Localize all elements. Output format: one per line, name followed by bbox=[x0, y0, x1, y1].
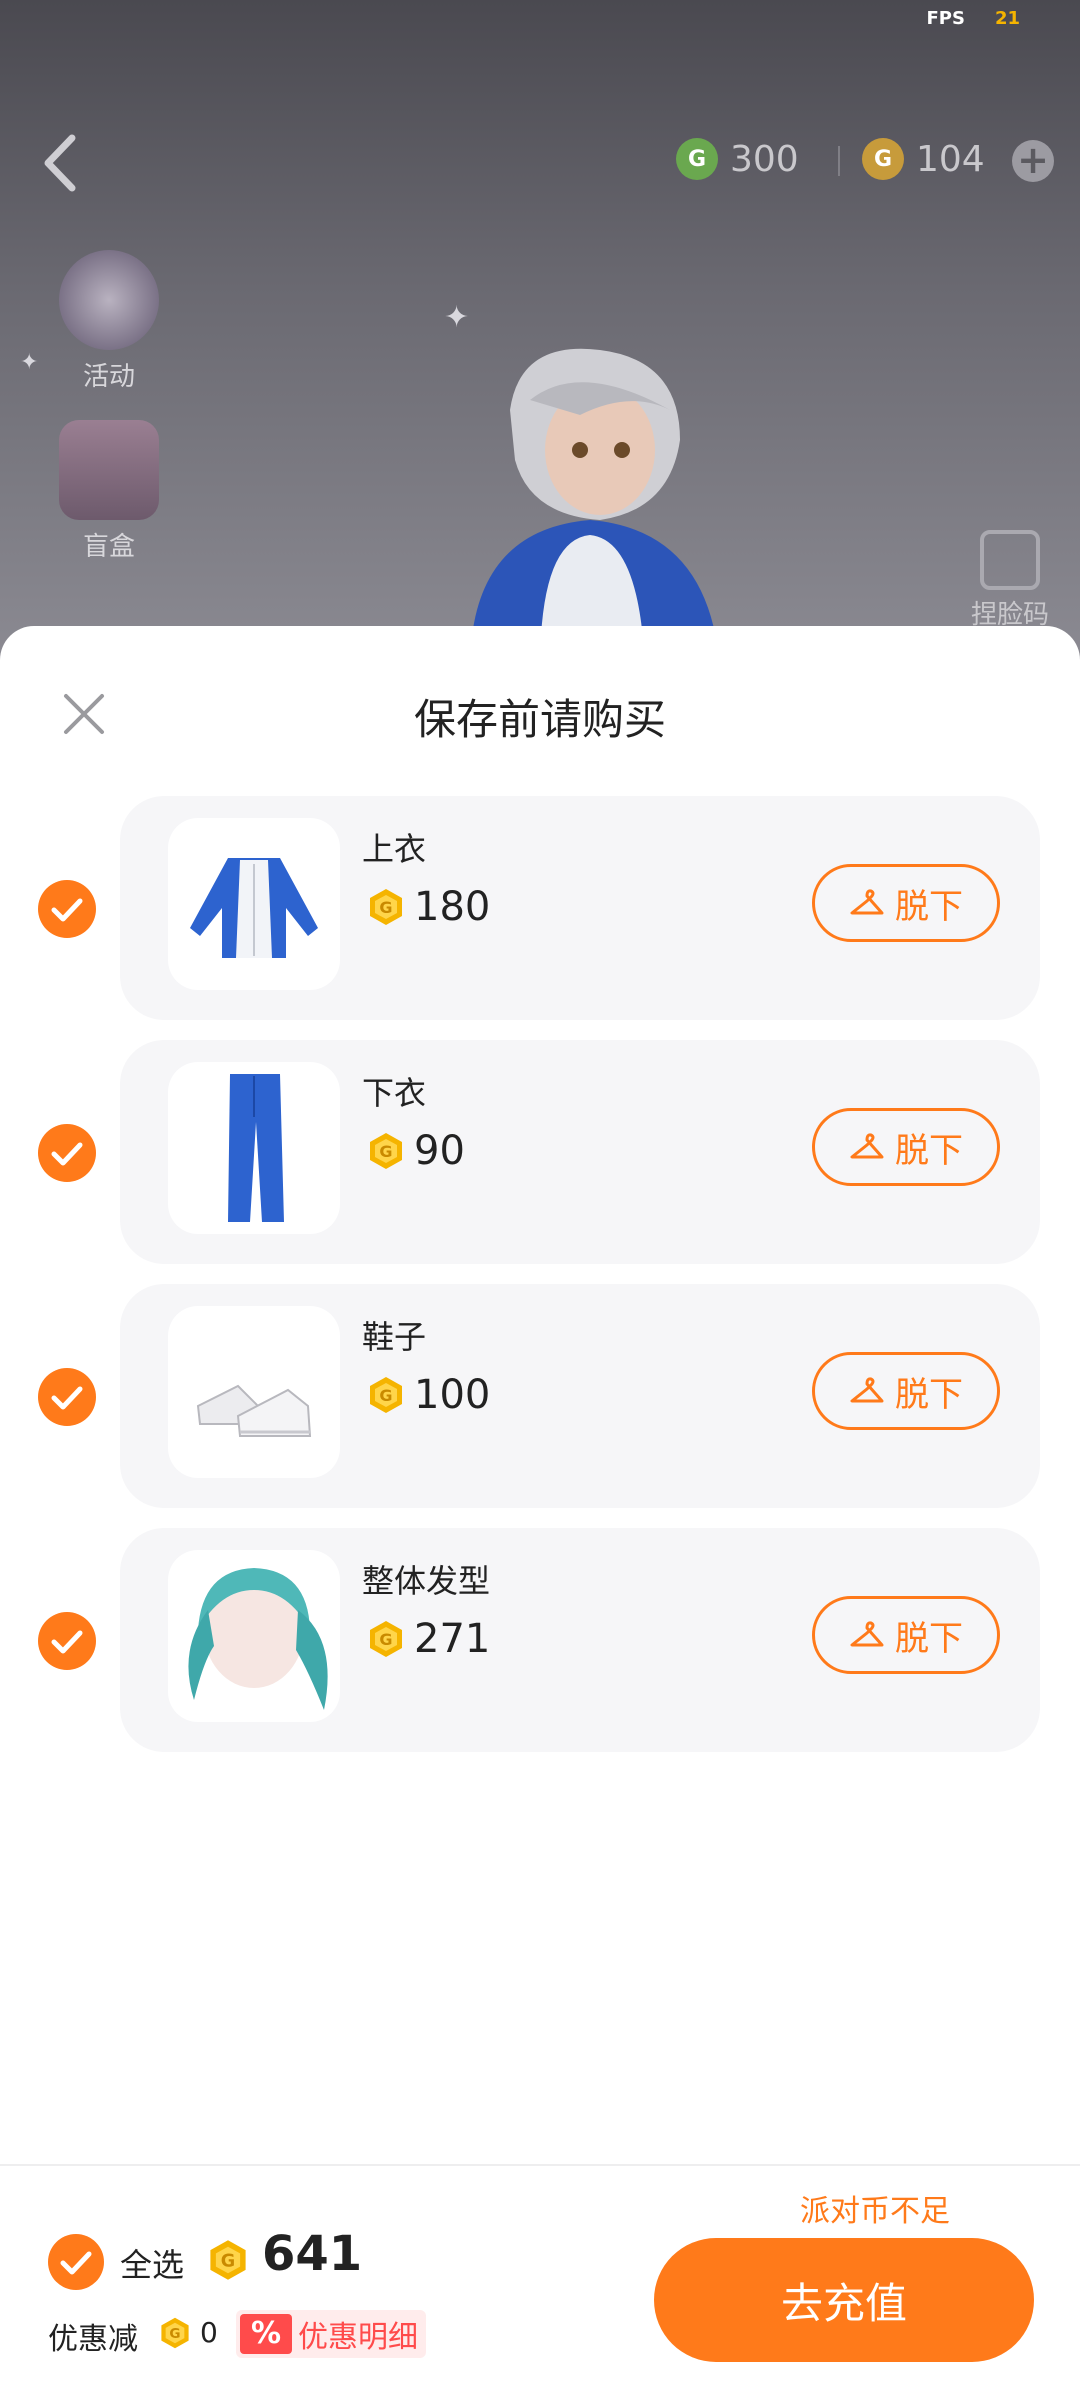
svg-text:G: G bbox=[379, 1386, 392, 1405]
discount-value: 0 bbox=[200, 2316, 218, 2349]
take-off-button[interactable]: 脱下 bbox=[812, 1352, 1000, 1430]
star-icon bbox=[59, 250, 159, 350]
check-icon bbox=[51, 1630, 83, 1654]
blind-box-label: 盲盒 bbox=[82, 532, 135, 562]
item-price: G 100 bbox=[366, 1372, 490, 1418]
item-price: G 90 bbox=[366, 1128, 465, 1174]
hanger-icon bbox=[850, 889, 884, 915]
check-icon bbox=[51, 898, 83, 922]
discount-label: 优惠减 bbox=[48, 2322, 138, 2357]
insufficient-coins-warning: 派对币不足 bbox=[800, 2194, 950, 2229]
svg-text:G: G bbox=[221, 2252, 235, 2272]
item-thumbnail bbox=[168, 1306, 340, 1478]
item-price-value: 180 bbox=[414, 884, 491, 930]
svg-text:G: G bbox=[379, 898, 392, 917]
item-card[interactable]: 鞋子 G 100 脱下 bbox=[120, 1284, 1040, 1508]
item-name: 鞋子 bbox=[362, 1318, 427, 1356]
green-currency: G 300 bbox=[676, 138, 799, 180]
purchase-item-row: 鞋子 G 100 脱下 bbox=[0, 1284, 1080, 1508]
take-off-label: 脱下 bbox=[895, 886, 963, 927]
gold-currency-value: 104 bbox=[916, 138, 985, 180]
percent-badge-icon: % bbox=[240, 2314, 292, 2354]
check-icon bbox=[60, 2251, 92, 2275]
select-all-checkbox[interactable] bbox=[48, 2234, 104, 2290]
svg-text:G: G bbox=[379, 1630, 392, 1649]
green-currency-value: 300 bbox=[730, 138, 799, 180]
take-off-label: 脱下 bbox=[895, 1130, 963, 1171]
select-all-label[interactable]: 全选 bbox=[120, 2240, 184, 2286]
green-coin-icon: G bbox=[676, 138, 718, 180]
total-price: 641 bbox=[262, 2226, 363, 2282]
item-checkbox[interactable] bbox=[38, 880, 96, 938]
blind-box-button[interactable]: 盲盒 bbox=[54, 420, 164, 563]
take-off-label: 脱下 bbox=[895, 1374, 963, 1415]
add-currency-button[interactable]: + bbox=[1012, 140, 1054, 182]
item-name: 上衣 bbox=[362, 830, 427, 868]
take-off-button[interactable]: 脱下 bbox=[812, 864, 1000, 942]
hanger-icon bbox=[850, 1133, 884, 1159]
check-icon bbox=[51, 1142, 83, 1166]
activity-label: 活动 bbox=[82, 362, 135, 392]
pants-icon bbox=[228, 1074, 284, 1222]
item-name: 下衣 bbox=[362, 1074, 427, 1112]
chevron-left-icon bbox=[44, 134, 76, 192]
sheet-title: 保存前请购买 bbox=[413, 695, 666, 744]
take-off-label: 脱下 bbox=[895, 1618, 963, 1659]
shoes-icon bbox=[196, 1384, 312, 1437]
purchase-item-row: 上衣 G 180 脱下 bbox=[0, 796, 1080, 1020]
party-coin-icon: G bbox=[370, 1133, 402, 1169]
fps-counter: FPS 21 bbox=[926, 8, 1020, 29]
hanger-icon bbox=[850, 1621, 884, 1647]
checkout-footer: 派对币不足 全选 G 641 优惠减 G 0 % 优惠明细 去充值 bbox=[0, 2164, 1080, 2402]
hanger-icon bbox=[850, 1377, 884, 1403]
avatar-character bbox=[470, 348, 720, 660]
hairstyle-icon bbox=[188, 1568, 328, 1710]
svg-text:G: G bbox=[379, 1142, 392, 1161]
fps-value: 21 bbox=[994, 8, 1020, 29]
item-card[interactable]: 上衣 G 180 脱下 bbox=[120, 796, 1040, 1020]
item-card[interactable]: 下衣 G 90 脱下 bbox=[120, 1040, 1040, 1264]
item-price-value: 271 bbox=[414, 1616, 491, 1662]
party-coin-icon: G bbox=[370, 889, 402, 925]
gold-coin-icon: G bbox=[862, 138, 904, 180]
party-coin-icon: G bbox=[370, 1377, 402, 1413]
party-coin-icon: G bbox=[210, 2240, 246, 2280]
check-icon bbox=[51, 1386, 83, 1410]
item-thumbnail bbox=[168, 818, 340, 990]
recharge-button[interactable]: 去充值 bbox=[654, 2238, 1034, 2362]
item-checkbox[interactable] bbox=[38, 1612, 96, 1670]
take-off-button[interactable]: 脱下 bbox=[812, 1596, 1000, 1674]
face-code-button[interactable]: 捏脸码 bbox=[960, 530, 1060, 631]
party-coin-icon: G bbox=[370, 1621, 402, 1657]
party-coin-icon: G bbox=[161, 2317, 189, 2349]
gold-currency: G 104 bbox=[862, 138, 985, 180]
svg-text:G: G bbox=[169, 2326, 180, 2342]
item-thumbnail bbox=[168, 1062, 340, 1234]
purchase-sheet: 保存前请购买 上衣 G 180 脱下 下衣 G 90 脱下 鞋子 G 100 脱… bbox=[0, 626, 1080, 2400]
sparkle-icon: ✦ bbox=[20, 350, 39, 375]
take-off-button[interactable]: 脱下 bbox=[812, 1108, 1000, 1186]
item-card[interactable]: 整体发型 G 271 脱下 bbox=[120, 1528, 1040, 1752]
activity-button[interactable]: 活动 bbox=[54, 250, 164, 393]
game-scene-background: FPS 21 G 300 G 104 + 活动 盲盒 捏脸码 ✦ ✦ bbox=[0, 0, 1080, 660]
jacket-icon bbox=[190, 858, 318, 958]
fps-label: FPS bbox=[926, 8, 965, 29]
purchase-item-row: 下衣 G 90 脱下 bbox=[0, 1040, 1080, 1264]
item-price: G 271 bbox=[366, 1616, 490, 1662]
item-checkbox[interactable] bbox=[38, 1368, 96, 1426]
promo-detail-link[interactable]: % 优惠明细 bbox=[236, 2310, 426, 2358]
purchase-item-row: 整体发型 G 271 脱下 bbox=[0, 1528, 1080, 1752]
back-button[interactable] bbox=[34, 128, 84, 198]
edit-icon bbox=[980, 530, 1040, 590]
promo-detail-label: 优惠明细 bbox=[298, 2320, 418, 2355]
gift-box-icon bbox=[59, 420, 159, 520]
item-price-value: 90 bbox=[414, 1128, 465, 1174]
item-thumbnail bbox=[168, 1550, 340, 1722]
currency-divider bbox=[838, 146, 840, 176]
item-checkbox[interactable] bbox=[38, 1124, 96, 1182]
item-price: G 180 bbox=[366, 884, 490, 930]
item-name: 整体发型 bbox=[362, 1562, 491, 1600]
item-price-value: 100 bbox=[414, 1372, 491, 1418]
